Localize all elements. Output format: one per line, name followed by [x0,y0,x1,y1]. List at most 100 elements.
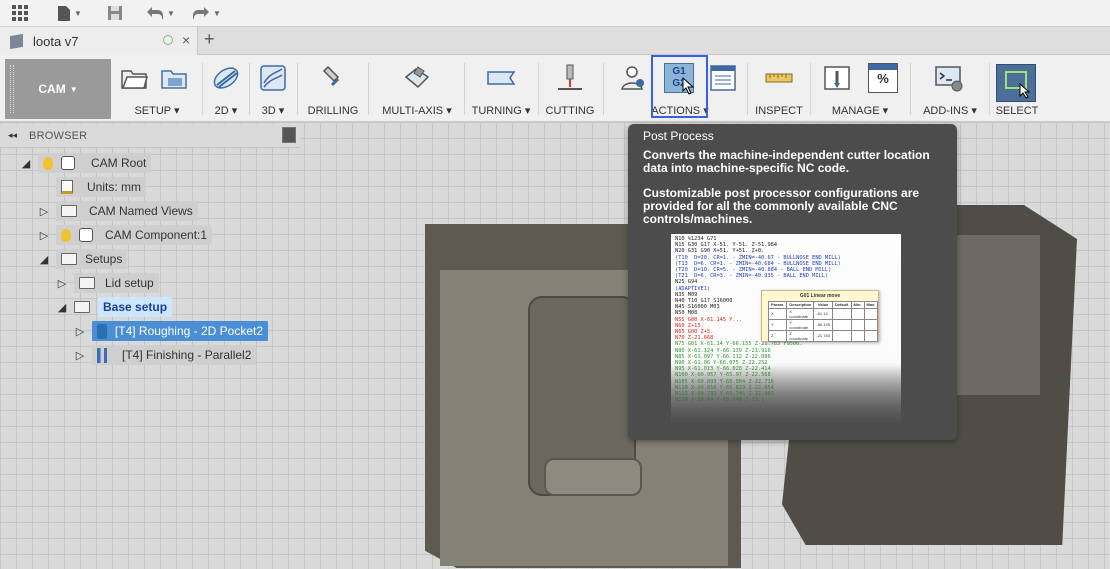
browser-title: BROWSER [29,129,88,142]
table-cell: Z coordinate [786,329,815,342]
pocket-operation-icon [97,323,107,339]
addins-group[interactable]: ADD-INS ▾ [914,61,986,119]
tooltip-title: Post Process [643,129,714,143]
drill-icon [322,65,340,87]
expanded-triangle-icon[interactable]: ◢ [38,253,50,266]
table-header: Default [831,301,852,309]
tree-row-finishing[interactable]: ▷ [T4] Finishing - Parallel2 [0,344,300,366]
component-icon [79,228,93,242]
collapsed-triangle-icon[interactable]: ▷ [38,205,50,218]
tree-row-cam-root[interactable]: ◢ CAM Root [0,152,300,174]
tree-row-named-views[interactable]: ▷ CAM Named Views [0,200,300,222]
base-block-face [544,458,642,496]
folder-icon [61,205,77,217]
browser-header: ◂◂ BROWSER [0,124,300,148]
inspect-label: INSPECT [755,105,803,117]
chevron-down-icon: ▼ [213,8,221,18]
table-cell: -21.783 [813,329,833,342]
tree-row-setups[interactable]: ◢ Setups [0,248,300,270]
save-button[interactable] [107,3,123,23]
table-cell [850,307,865,320]
divider [747,63,748,115]
3d-group[interactable]: 3D ▾ [253,61,293,119]
collapse-browser-icon[interactable]: ◂◂ [8,130,17,141]
divider [368,63,369,115]
tooltip-description: Converts the machine-independent cutter … [643,148,930,175]
cutting-button[interactable]: CUTTING [542,61,598,119]
table-cell: Z [767,329,788,342]
document-tab[interactable]: loota v7 × [0,27,198,55]
expanded-triangle-icon[interactable]: ◢ [56,301,68,314]
tree-label: Base setup [98,297,173,317]
inspect-group[interactable]: INSPECT [752,61,806,119]
popup-title: G01 Linear move [799,293,841,299]
scripts-addins-icon [935,66,963,92]
chevron-down-icon: ▾ [971,105,977,117]
tree-row-units[interactable]: Units: mm [0,176,300,198]
setups-folder-icon [61,253,77,265]
multiaxis-group[interactable]: MULTI-AXIS ▾ [374,61,460,119]
setup-label: SETUP [134,105,171,117]
setup-icon [74,301,90,313]
setup-sheet-icon [161,70,187,89]
2d-group[interactable]: 2D ▾ [206,61,246,119]
tree-row-component[interactable]: ▷ CAM Component:1 [0,224,300,246]
chevron-down-icon: ▼ [74,8,82,18]
table-cell: Y [767,318,788,331]
undo-button[interactable]: ▼ [146,3,175,23]
divider [910,63,911,115]
collapsed-triangle-icon[interactable]: ▷ [56,277,68,290]
undo-icon [147,7,163,19]
new-tab-button[interactable]: + [204,29,215,50]
select-label: SELECT [995,105,1039,117]
table-cell: -61.14 [813,307,833,320]
app-grid-icon[interactable] [12,3,29,23]
workspace-switcher[interactable]: CAM ▼ [5,59,111,119]
chevron-down-icon: ▾ [231,105,238,117]
collapsed-triangle-icon[interactable]: ▷ [74,349,86,362]
percent-icon: % [877,71,889,86]
manage-group[interactable]: % MANAGE ▾ [814,61,906,119]
tree-row-lid-setup[interactable]: ▷ Lid setup [0,272,300,294]
tree-label: [T4] Finishing - Parallel2 [122,348,252,362]
post-library-button[interactable]: % [868,63,898,93]
pin-icon[interactable] [282,127,296,143]
chevron-down-icon: ▼ [69,84,78,94]
chevron-down-icon: ▾ [524,105,531,117]
collapsed-triangle-icon[interactable]: ▷ [74,325,86,338]
setup-folder-icon [121,70,148,89]
select-button[interactable] [996,64,1036,102]
drag-grip-icon[interactable] [10,65,14,113]
chevron-down-icon: ▾ [278,105,285,117]
table-cell [850,329,865,342]
setup-sheet-document-icon [710,65,736,91]
expanded-triangle-icon[interactable]: ◢ [20,157,32,170]
drilling-button[interactable]: DRILLING [302,61,364,119]
tree-row-roughing[interactable]: ▷ [T4] Roughing - 2D Pocket2 [0,320,300,342]
visibility-bulb-icon[interactable] [43,156,53,170]
tree-row-base-setup[interactable]: ◢ Base setup [0,296,300,318]
g01-popup: G01 Linear move Param. Description Value De… [761,290,879,342]
table-cell: X coordinate [786,307,815,320]
tree-label: Setups [85,252,123,266]
turning-label: TURNING [471,105,522,117]
divider [538,63,539,115]
setup-group[interactable]: SETUP ▾ [115,61,199,119]
table-cell [831,329,852,342]
save-icon [108,6,122,20]
ribbon-toolbar: CAM ▼ SETUP ▾ 2D ▾ 3D ▾ DRILLING MULTI-A… [0,55,1110,122]
turning-group[interactable]: TURNING ▾ [468,61,534,119]
cutting-label: CUTTING [545,105,595,117]
table-cell [863,329,879,342]
file-menu-button[interactable]: ▼ [57,3,82,23]
visibility-bulb-icon[interactable] [61,228,71,242]
table-cell [831,307,852,320]
quick-access-toolbar: ▼ ▼ ▼ [0,0,1110,27]
divider [249,63,250,115]
collapsed-triangle-icon[interactable]: ▷ [38,229,50,242]
parallel-operation-icon [97,347,114,363]
tree-label: CAM Root [91,156,147,170]
redo-button[interactable]: ▼ [192,3,221,23]
code-line: (T21 D=6. CR=3. - ZMIN=-40.935 - BALL EN… [675,273,829,280]
close-icon[interactable]: × [182,32,190,48]
